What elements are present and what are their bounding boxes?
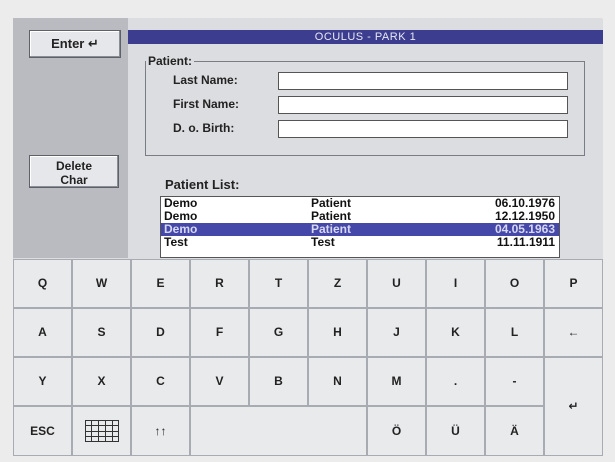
key-x[interactable]: X — [72, 357, 131, 406]
key-j[interactable]: J — [367, 308, 426, 357]
key-u-umlaut[interactable]: Ü — [426, 406, 485, 456]
patient-group-label: Patient: — [146, 54, 195, 68]
patient-list-label: Patient List: — [165, 177, 240, 192]
key-d[interactable]: D — [131, 308, 190, 357]
key-i[interactable]: I — [426, 259, 485, 308]
device-screen: Enter ↵ Delete Char OCULUS - PARK 1 Last… — [13, 18, 603, 456]
key-s[interactable]: S — [72, 308, 131, 357]
escape-key[interactable]: ESC — [13, 406, 72, 456]
enter-key[interactable]: ↵ — [544, 357, 603, 456]
key-f[interactable]: F — [190, 308, 249, 357]
first-name-field[interactable] — [278, 96, 568, 114]
key-u[interactable]: U — [367, 259, 426, 308]
delete-char-label-line1: Delete — [55, 159, 93, 173]
key-y[interactable]: Y — [13, 357, 72, 406]
key-r[interactable]: R — [190, 259, 249, 308]
dob-field[interactable] — [278, 120, 568, 138]
key-o[interactable]: O — [485, 259, 544, 308]
key-p[interactable]: P — [544, 259, 603, 308]
key-a-umlaut[interactable]: Ä — [485, 406, 544, 456]
patient-group: Last Name: First Name: D. o. Birth: — [145, 61, 585, 156]
key-c[interactable]: C — [131, 357, 190, 406]
period-key[interactable]: . — [426, 357, 485, 406]
dob-label: D. o. Birth: — [173, 121, 235, 135]
patient-dob: 11.11.1911 — [496, 235, 555, 249]
key-z[interactable]: Z — [308, 259, 367, 308]
patient-list-row[interactable]: Test Test 11.11.1911 — [161, 236, 559, 249]
last-name-field[interactable] — [278, 72, 568, 90]
main-panel: Last Name: First Name: D. o. Birth: Pati… — [128, 44, 603, 258]
window-title: OCULUS - PARK 1 — [128, 30, 603, 44]
last-name-label: Last Name: — [173, 73, 238, 87]
delete-char-label-line2: Char — [60, 173, 88, 187]
key-w[interactable]: W — [72, 259, 131, 308]
space-key[interactable] — [190, 406, 367, 456]
key-b[interactable]: B — [249, 357, 308, 406]
key-n[interactable]: N — [308, 357, 367, 406]
key-g[interactable]: G — [249, 308, 308, 357]
key-q[interactable]: Q — [13, 259, 72, 308]
enter-button[interactable]: Enter ↵ — [29, 30, 121, 58]
key-k[interactable]: K — [426, 308, 485, 357]
key-m[interactable]: M — [367, 357, 426, 406]
on-screen-keyboard: Q W E R T Z U I O P A S D F G H J K L ← Y X C V B N M. - ESC ↑↑ Ö Ü Ä ↵ — [13, 259, 603, 456]
first-name-label: First Name: — [173, 97, 240, 111]
key-o-umlaut[interactable]: Ö — [367, 406, 426, 456]
patient-last-name: Test — [164, 235, 188, 249]
key-v[interactable]: V — [190, 357, 249, 406]
key-t[interactable]: T — [249, 259, 308, 308]
key-l[interactable]: L — [485, 308, 544, 357]
key-a[interactable]: A — [13, 308, 72, 357]
key-h[interactable]: H — [308, 308, 367, 357]
patient-first-name: Test — [311, 235, 335, 249]
grid-icon — [84, 420, 119, 442]
patient-list[interactable]: Demo Patient 06.10.1976 Demo Patient 12.12.19… — [160, 196, 560, 258]
side-panel: Enter ↵ Delete Char — [13, 18, 128, 258]
key-e[interactable]: E — [131, 259, 190, 308]
delete-char-button[interactable]: Delete Char — [29, 155, 119, 188]
backspace-key[interactable]: ← — [544, 308, 603, 357]
hyphen-key[interactable]: - — [485, 357, 544, 406]
shift-key[interactable]: ↑↑ — [131, 406, 190, 456]
grid-keyboard-icon[interactable] — [72, 406, 131, 456]
